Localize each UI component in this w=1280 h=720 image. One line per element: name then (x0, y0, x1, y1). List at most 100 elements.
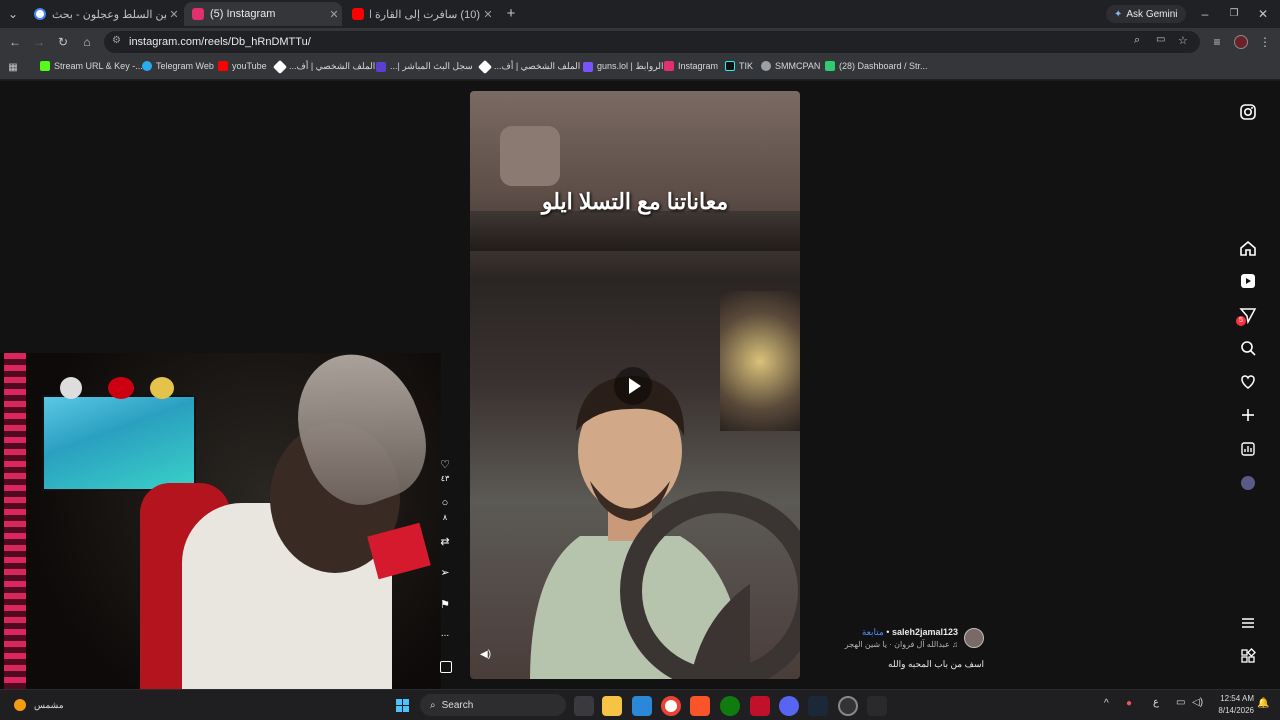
bookmark-telegram[interactable]: Telegram Web (142, 61, 214, 71)
reel-video[interactable]: معاناتنا مع التسلا ايلو ◀) (470, 91, 800, 679)
audio-title: عبدالله آل فروان · يا شين الهجر (844, 640, 950, 649)
home-icon[interactable] (1238, 238, 1258, 258)
profile-avatar[interactable] (1234, 35, 1248, 49)
taskbar-search-label: Search (441, 699, 474, 711)
comment-icon[interactable]: ○ (438, 497, 452, 509)
save-icon[interactable]: ⚑ (438, 598, 452, 611)
tab-search-icon[interactable]: ⌄ (4, 5, 22, 23)
weather-sun-icon (14, 699, 26, 711)
author-username[interactable]: saleh2jamal123 (892, 627, 958, 637)
home-browser-icon[interactable]: ⌂ (78, 33, 96, 51)
diamond-icon (272, 59, 288, 74)
car-ceiling (470, 211, 800, 251)
minimize-icon[interactable]: – (1196, 5, 1214, 23)
language-indicator[interactable]: ع (1153, 697, 1159, 708)
apps-grid-icon[interactable]: ▦ (4, 59, 22, 77)
tab-title: الفرق بين السلط وعجلون - بحث Google (52, 8, 166, 21)
bookmark-tiktok[interactable]: TIK (725, 61, 753, 71)
shelf-ball (60, 377, 82, 399)
close-tab-icon[interactable]: ✕ (326, 8, 342, 21)
address-bar[interactable]: ⚙ instagram.com/reels/Db_hRnDMTTu/ ⌕ ▭ ☆ (104, 31, 1200, 53)
microsoft-store-icon[interactable] (632, 696, 652, 716)
new-tab-button[interactable]: + (502, 5, 520, 23)
close-window-icon[interactable]: ✕ (1254, 5, 1272, 23)
repost-icon[interactable]: ⇄ (438, 535, 452, 548)
audio-thumbnail-icon[interactable] (440, 661, 452, 673)
menu-kebab-icon[interactable]: ⋮ (1256, 33, 1274, 51)
close-tab-icon[interactable]: ✕ (480, 8, 496, 21)
file-explorer-icon[interactable] (602, 696, 622, 716)
also-from-meta-icon[interactable] (1238, 646, 1258, 666)
globe-icon (761, 61, 771, 71)
bookmark-youtube[interactable]: youTube (218, 61, 267, 71)
comment-count: ٨ (442, 513, 448, 522)
play-button[interactable] (614, 367, 652, 405)
site-info-icon[interactable]: ⚙ (112, 35, 121, 46)
notifications-icon[interactable] (1238, 372, 1258, 392)
capture-app-icon[interactable] (750, 696, 770, 716)
volume-icon[interactable]: ◁) (1192, 697, 1203, 708)
bookmark-guns-lol[interactable]: guns.lol | الروابط (583, 61, 663, 72)
author-line: متابعة • saleh2jamal123 (861, 627, 958, 637)
chrome-icon[interactable] (661, 696, 681, 716)
reload-icon[interactable]: ↻ (54, 33, 72, 51)
youtube-favicon-icon (352, 8, 364, 20)
zoom-search-icon[interactable]: ⌕ (1134, 34, 1140, 47)
back-arrow-icon[interactable]: ← (6, 33, 24, 51)
more-options-icon[interactable]: ... (436, 628, 454, 639)
microphone-icon[interactable]: ● (1126, 698, 1132, 709)
follow-button[interactable]: متابعة (862, 627, 884, 637)
instagram-logo-icon[interactable] (1238, 102, 1258, 122)
xbox-icon[interactable] (720, 696, 740, 716)
weather-label[interactable]: مشمس (34, 700, 64, 711)
brave-icon[interactable] (690, 696, 710, 716)
bookmark-profile-1[interactable]: الملف الشخصي | أف... (272, 59, 375, 74)
bookmark-stream-key[interactable]: Stream URL & Key -... (40, 61, 143, 71)
share-icon[interactable]: ➢ (438, 566, 452, 579)
taskbar-search-box[interactable]: ⌕ Search (420, 694, 566, 716)
show-hidden-icons-icon[interactable]: ^ (1104, 698, 1109, 709)
like-icon[interactable]: ♡ (438, 458, 452, 471)
clock[interactable]: 12:54 AM 8/14/2026 (1210, 693, 1254, 717)
task-view-icon[interactable] (574, 696, 594, 716)
discord-icon[interactable] (779, 696, 799, 716)
bookmark-profile-2[interactable]: الملف الشخصي | أف... (477, 59, 581, 74)
like-count: ٤٣ (440, 474, 450, 483)
bookmark-label: الملف الشخصي | أف... (494, 61, 581, 71)
close-tab-icon[interactable]: ✕ (166, 8, 182, 21)
ask-gemini-label: Ask Gemini (1126, 8, 1178, 20)
music-note-icon: ♫ (949, 640, 958, 649)
bookmark-label: youTube (232, 61, 267, 71)
search-icon[interactable] (1238, 338, 1258, 358)
tab-instagram[interactable]: (5) Instagram ✕ (184, 2, 342, 26)
reels-icon[interactable] (1238, 271, 1258, 291)
network-icon[interactable]: ▭ (1176, 697, 1185, 708)
restore-icon[interactable]: ❐ (1225, 5, 1243, 23)
more-menu-icon[interactable] (1238, 613, 1258, 633)
bookmark-dashboard[interactable]: (28) Dashboard / Str... (825, 61, 928, 71)
search-icon: ⌕ (430, 699, 436, 711)
cast-icon[interactable]: ▭ (1156, 34, 1165, 45)
reading-list-icon[interactable]: ≡ (1208, 33, 1226, 51)
audio-line[interactable]: ♫ عبدالله آل فروان · يا شين الهجر (826, 640, 958, 649)
bookmark-star-icon[interactable]: ☆ (1178, 34, 1188, 47)
windows-start-icon[interactable] (396, 699, 410, 713)
clock-time: 12:54 AM (1220, 694, 1254, 703)
bookmark-live-log[interactable]: سجل البث المباشر |... (376, 61, 473, 72)
dashboard-icon[interactable] (1238, 439, 1258, 459)
notification-bell-icon[interactable]: 🔔 (1257, 698, 1269, 709)
tab-youtube[interactable]: (10) سافرت إلى القارة القطبية ال... ✕ (344, 2, 496, 26)
epic-games-icon[interactable] (867, 696, 887, 716)
obs-icon[interactable] (838, 696, 858, 716)
author-avatar[interactable] (964, 628, 984, 648)
forward-arrow-icon[interactable]: → (30, 33, 48, 51)
profile-icon[interactable] (1241, 476, 1255, 490)
tab-google-search[interactable]: الفرق بين السلط وعجلون - بحث Google ✕ (26, 2, 182, 26)
bookmark-smmcpan[interactable]: SMMCPAN (761, 61, 820, 71)
ask-gemini-button[interactable]: ✦ Ask Gemini (1106, 5, 1186, 23)
bookmark-instagram[interactable]: Instagram (664, 61, 718, 71)
mute-icon[interactable]: ◀) (480, 649, 496, 665)
car-visor (500, 126, 560, 186)
steam-icon[interactable] (808, 696, 828, 716)
create-icon[interactable] (1238, 405, 1258, 425)
